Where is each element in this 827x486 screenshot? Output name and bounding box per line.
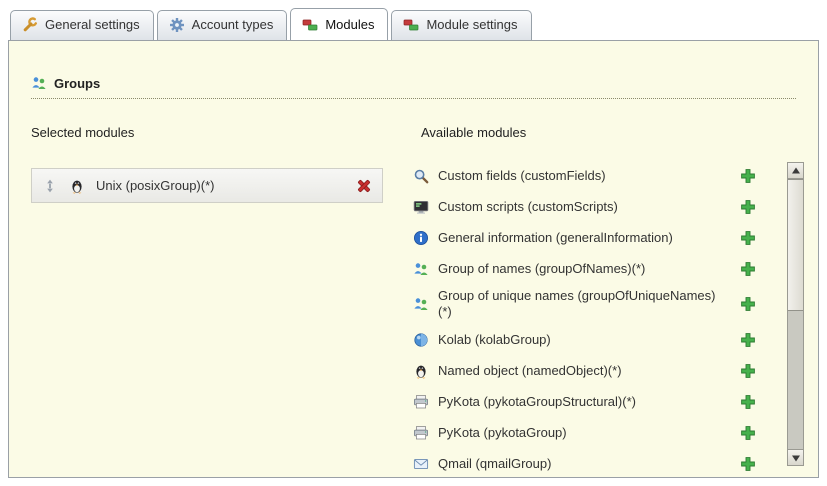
available-modules-heading: Available modules xyxy=(421,125,796,140)
lam-configuration-page: General settings Account types Modules Modu… xyxy=(0,0,827,486)
add-module-button[interactable] xyxy=(740,199,756,215)
selected-module-row: Unix (posixGroup)(*) xyxy=(31,168,383,203)
available-module-row: Group of unique names (groupOfUniqueName… xyxy=(413,284,770,324)
add-module-button[interactable] xyxy=(740,230,756,246)
available-module-row: Custom fields (customFields) xyxy=(413,160,770,191)
tab-bar: General settings Account types Modules Modu… xyxy=(0,0,827,40)
available-module-label: PyKota (pykotaGroupStructural)(*) xyxy=(438,394,718,410)
available-module-label: Qmail (qmailGroup) xyxy=(438,456,718,472)
magnifier-icon xyxy=(413,168,429,184)
selected-modules-column: Selected modules Unix (posixGroup)(*) xyxy=(23,103,413,478)
tab-modules[interactable]: Modules xyxy=(290,8,388,40)
available-module-row: Group of names (groupOfNames)(*) xyxy=(413,253,770,284)
available-module-row: Qmail (qmailGroup) xyxy=(413,448,770,478)
available-module-label: Group of names (groupOfNames)(*) xyxy=(438,261,718,277)
kolab-icon xyxy=(413,332,429,348)
add-module-button[interactable] xyxy=(740,332,756,348)
tab-label: Modules xyxy=(325,17,374,33)
scroll-up-icon xyxy=(788,163,804,179)
available-module-row: PyKota (pykotaGroup) xyxy=(413,417,770,448)
available-module-label: Custom scripts (customScripts) xyxy=(438,199,718,215)
content-panel: Groups Selected modules Unix (posixGroup… xyxy=(8,40,819,478)
add-module-button[interactable] xyxy=(740,394,756,410)
gear-icon xyxy=(169,17,185,33)
scroll-down-icon xyxy=(788,450,804,466)
available-module-row: General information (generalInformation) xyxy=(413,222,770,253)
selected-modules-heading: Selected modules xyxy=(31,125,405,140)
add-module-button[interactable] xyxy=(740,363,756,379)
info-icon xyxy=(413,230,429,246)
add-module-button[interactable] xyxy=(740,296,756,312)
available-modules-scroll-area: Custom fields (customFields) Custom scrip… xyxy=(413,160,804,478)
modules-icon xyxy=(403,17,419,33)
scrollbar[interactable] xyxy=(787,162,804,466)
available-module-label: General information (generalInformation) xyxy=(438,230,718,246)
tab-label: General settings xyxy=(45,17,140,33)
penguin-icon xyxy=(413,363,429,379)
available-module-label: PyKota (pykotaGroup) xyxy=(438,425,718,441)
section-title: Groups xyxy=(54,76,100,91)
tab-label: Account types xyxy=(192,17,274,33)
terminal-icon xyxy=(413,199,429,215)
selected-modules-list: Unix (posixGroup)(*) xyxy=(31,168,413,203)
groups-icon xyxy=(31,75,47,91)
tab-general-settings[interactable]: General settings xyxy=(10,10,154,40)
scrollbar-down-button[interactable] xyxy=(788,449,803,465)
available-modules-column: Available modules Custom fields (customF… xyxy=(413,103,804,478)
add-module-button[interactable] xyxy=(740,425,756,441)
tab-label: Module settings xyxy=(426,17,517,33)
printer-icon xyxy=(413,425,429,441)
remove-module-button[interactable] xyxy=(356,178,372,194)
group-icon xyxy=(413,296,429,312)
section-header: Groups xyxy=(31,75,796,99)
printer-icon xyxy=(413,394,429,410)
available-modules-list: Custom fields (customFields) Custom scrip… xyxy=(413,160,770,478)
module-columns: Selected modules Unix (posixGroup)(*) Av… xyxy=(23,103,804,478)
mail-icon xyxy=(413,456,429,472)
available-module-label: Group of unique names (groupOfUniqueName… xyxy=(438,288,718,320)
scrollbar-track[interactable] xyxy=(788,179,803,449)
tab-module-settings[interactable]: Module settings xyxy=(391,10,531,40)
tools-icon xyxy=(22,17,38,33)
tab-account-types[interactable]: Account types xyxy=(157,10,288,40)
available-module-row: PyKota (pykotaGroupStructural)(*) xyxy=(413,386,770,417)
available-module-label: Custom fields (customFields) xyxy=(438,168,718,184)
drag-handle-icon[interactable] xyxy=(42,178,58,194)
available-module-row: Kolab (kolabGroup) xyxy=(413,324,770,355)
available-module-label: Named object (namedObject)(*) xyxy=(438,363,718,379)
available-module-row: Named object (namedObject)(*) xyxy=(413,355,770,386)
scrollbar-thumb[interactable] xyxy=(788,179,803,311)
available-module-label: Kolab (kolabGroup) xyxy=(438,332,718,348)
add-module-button[interactable] xyxy=(740,168,756,184)
modules-icon xyxy=(302,17,318,33)
add-module-button[interactable] xyxy=(740,261,756,277)
available-module-row: Custom scripts (customScripts) xyxy=(413,191,770,222)
scrollbar-up-button[interactable] xyxy=(788,163,803,179)
add-module-button[interactable] xyxy=(740,456,756,472)
selected-module-label: Unix (posixGroup)(*) xyxy=(96,178,345,193)
penguin-icon xyxy=(69,178,85,194)
group-icon xyxy=(413,261,429,277)
